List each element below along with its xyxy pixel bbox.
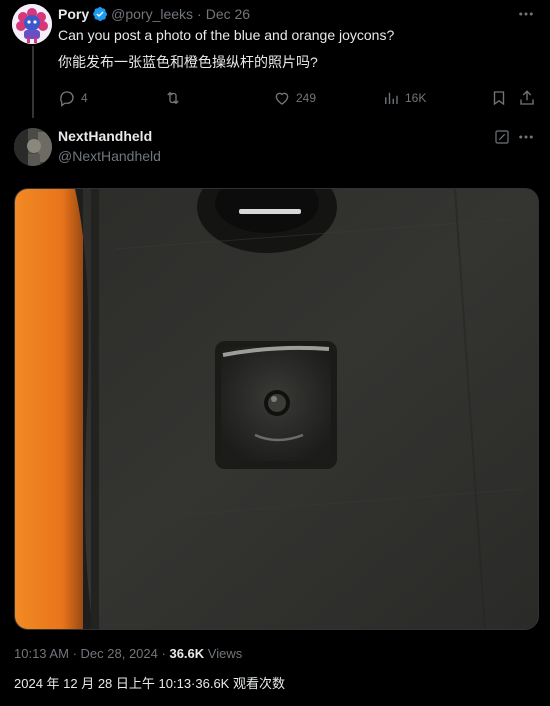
parent-tweet[interactable]: Pory @pory_leeks · Dec 26 Can you post a… [0, 0, 550, 118]
avatar[interactable] [14, 128, 52, 166]
tweet-photo[interactable] [14, 188, 539, 630]
share-button[interactable] [518, 88, 541, 108]
reply-count: 4 [81, 91, 88, 105]
meta-separator: · [161, 646, 166, 661]
translated-metadata: 2024 年 12 月 28 日上午 10:13·36.6K 观看次数 [14, 676, 285, 691]
retweet-button[interactable] [164, 88, 187, 108]
parent-tweet-header: Pory @pory_leeks · Dec 26 [58, 5, 250, 23]
views-button[interactable]: 16K [382, 88, 426, 108]
share-icon [520, 90, 534, 105]
header-separator: · [197, 6, 202, 22]
joycon-closeup-image [15, 189, 538, 629]
bookmark-icon [493, 91, 505, 106]
retweet-icon [167, 91, 179, 105]
like-count: 249 [296, 91, 317, 105]
views-label: Views [207, 646, 243, 661]
nexthandheld-avatar-photo [14, 128, 52, 166]
thread-connector-line [32, 46, 34, 118]
author-name[interactable]: NextHandheld [58, 128, 152, 144]
author-name[interactable]: Pory [58, 6, 89, 22]
views-bar-chart-icon [385, 92, 398, 104]
tweet-metadata: 10:13 AM · Dec 28, 2024 · 36.6K Views [14, 646, 242, 661]
more-options-icon[interactable] [516, 128, 536, 146]
author-handle[interactable]: @pory_leeks [111, 6, 193, 22]
more-options-icon[interactable] [516, 5, 536, 23]
heart-icon [275, 92, 289, 105]
twitter-thread-view: Pory @pory_leeks · Dec 26 Can you post a… [0, 0, 550, 706]
reply-button[interactable]: 4 [58, 88, 88, 108]
views-count: 36.6K [169, 646, 205, 661]
like-button[interactable]: 249 [273, 88, 316, 108]
tweet-date[interactable]: Dec 28, 2024 [81, 646, 158, 661]
tweet-action-bar: 4 249 16K [58, 88, 534, 108]
pory-avatar-illustration [12, 4, 52, 44]
author-handle[interactable]: @NextHandheld [58, 148, 161, 164]
tweet-time[interactable]: 10:13 AM [14, 646, 69, 661]
tweet-translation: 你能发布一张蓝色和橙色操纵杆的照片吗? [58, 54, 318, 70]
view-count: 16K [405, 91, 427, 105]
edit-icon[interactable] [494, 129, 510, 145]
avatar[interactable] [12, 4, 52, 44]
bookmark-button[interactable] [490, 88, 513, 108]
tweet-text: Can you post a photo of the blue and ora… [58, 27, 395, 43]
verified-badge-icon [92, 6, 108, 22]
meta-separator: · [72, 646, 77, 661]
tweet-date[interactable]: Dec 26 [206, 6, 250, 22]
reply-icon [60, 91, 74, 107]
